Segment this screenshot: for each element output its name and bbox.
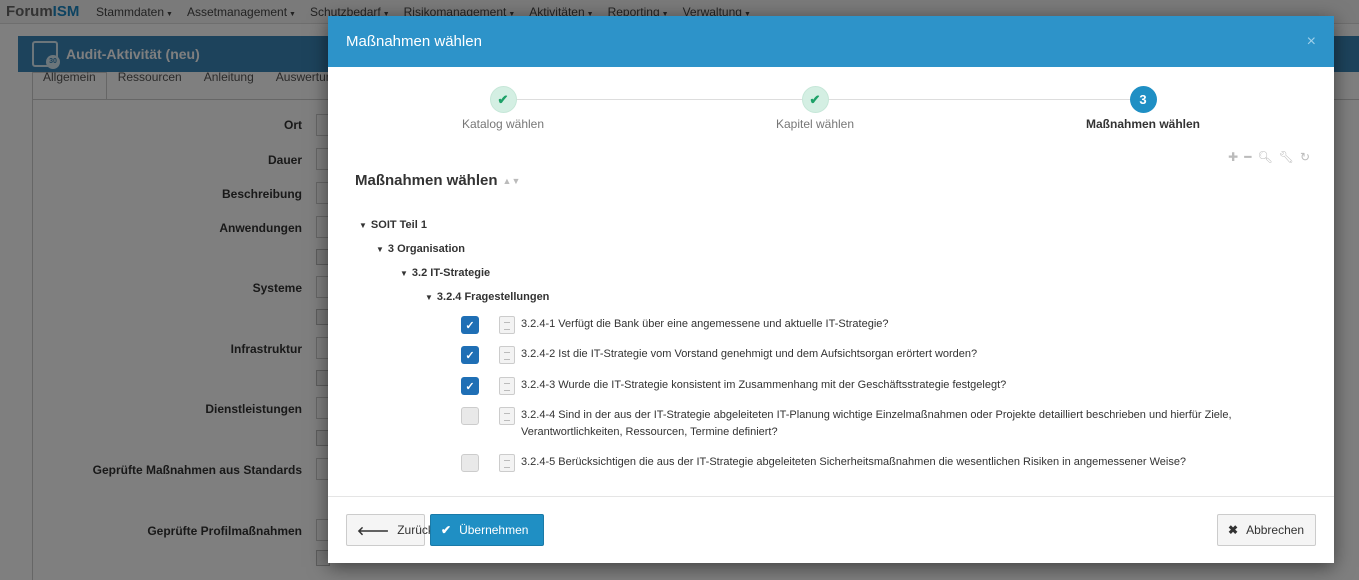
step-katalog[interactable]: ✔ Katalog wählen [403, 86, 603, 131]
caret-down-icon[interactable]: ▼ [400, 269, 408, 278]
modal-footer: 🡐 Zurück ✔ Übernehmen ✖ Abbrechen [328, 496, 1334, 563]
tree-leaf: ✓ 3.2.4-2 Ist die IT-Strategie vom Vorst… [461, 346, 1311, 364]
step-label: Maßnahmen wählen [1085, 117, 1201, 131]
leaf-text[interactable]: 3.2.4-1 Verfügt die Bank über eine angem… [521, 316, 889, 333]
tree-toolbar: ✚ ━ 🔍︎ 🔧︎ ↻ [1228, 150, 1310, 164]
sort-icon[interactable]: ▲▼ [503, 176, 521, 186]
document-icon [499, 346, 515, 364]
checkbox-checked[interactable]: ✓ [461, 316, 479, 334]
check-icon: ✔ [441, 523, 452, 537]
tree-node-label: 3 Organisation [387, 243, 465, 255]
plus-icon[interactable]: ✚ [1228, 150, 1238, 164]
caret-down-icon[interactable]: ▼ [359, 221, 367, 230]
checkbox-unchecked[interactable] [461, 454, 479, 472]
tree-node-it-strategie[interactable]: ▼ 3.2 IT-Strategie [400, 267, 490, 279]
check-icon: ✔ [489, 86, 517, 113]
tree-node-label: 3.2 IT-Strategie [411, 267, 491, 279]
check-icon: ✔ [801, 86, 829, 113]
modal-header: Maßnahmen wählen × [328, 16, 1334, 67]
apply-button[interactable]: ✔ Übernehmen [430, 514, 544, 546]
caret-down-icon[interactable]: ▼ [376, 245, 384, 254]
back-button-label: Zurück [397, 523, 434, 537]
tree-leaf: 3.2.4-5 Berücksichtigen die aus der IT-S… [461, 454, 1311, 472]
document-icon [499, 454, 515, 472]
tree-node-label: SOIT Teil 1 [370, 219, 427, 231]
leaf-text[interactable]: 3.2.4-4 Sind in der aus der IT-Strategie… [521, 407, 1311, 441]
modal-title: Maßnahmen wählen [346, 33, 482, 50]
wizard-steps: ✔ Katalog wählen ✔ Kapitel wählen 3 Maßn… [328, 86, 1334, 136]
checkbox-checked[interactable]: ✓ [461, 346, 479, 364]
document-icon [499, 316, 515, 334]
apply-button-label: Übernehmen [459, 523, 529, 537]
massnahmen-modal: Maßnahmen wählen × ✔ Katalog wählen ✔ Ka… [328, 16, 1334, 563]
search-icon[interactable]: 🔍︎ [1257, 150, 1272, 164]
step-kapitel[interactable]: ✔ Kapitel wählen [715, 86, 915, 131]
tree-node-organisation[interactable]: ▼ 3 Organisation [376, 243, 465, 255]
step-label: Katalog wählen [461, 117, 545, 131]
leaf-text[interactable]: 3.2.4-5 Berücksichtigen die aus der IT-S… [521, 454, 1186, 471]
close-icon: ✖ [1228, 523, 1239, 537]
leaf-text[interactable]: 3.2.4-3 Wurde die IT-Strategie konsisten… [521, 377, 1006, 394]
document-icon [499, 407, 515, 425]
close-icon[interactable]: × [1307, 33, 1316, 51]
cancel-button-label: Abbrechen [1246, 523, 1305, 537]
step-number: 3 [1129, 86, 1157, 113]
caret-down-icon[interactable]: ▼ [425, 293, 433, 302]
tree-node-soit[interactable]: ▼ SOIT Teil 1 [359, 219, 427, 231]
arrow-left-icon: 🡐 [357, 523, 390, 538]
tree-title-text: Maßnahmen wählen [355, 172, 498, 189]
tree-title: Maßnahmen wählen ▲▼ [355, 172, 520, 189]
tree-node-label: 3.2.4 Fragestellungen [436, 291, 550, 303]
tree-leaf: ✓ 3.2.4-3 Wurde die IT-Strategie konsist… [461, 377, 1311, 395]
minus-icon[interactable]: ━ [1244, 150, 1251, 164]
tree-node-fragestellungen[interactable]: ▼ 3.2.4 Fragestellungen [425, 291, 549, 303]
refresh-icon[interactable]: ↻ [1300, 150, 1310, 164]
tree-leaf: 3.2.4-4 Sind in der aus der IT-Strategie… [461, 407, 1311, 441]
document-icon [499, 377, 515, 395]
tree-leaf: ✓ 3.2.4-1 Verfügt die Bank über eine ang… [461, 316, 1311, 334]
checkbox-unchecked[interactable] [461, 407, 479, 425]
back-button[interactable]: 🡐 Zurück [346, 514, 434, 546]
wrench-icon[interactable]: 🔧︎ [1279, 150, 1294, 164]
cancel-button[interactable]: ✖ Abbrechen [1217, 514, 1316, 546]
step-massnahmen[interactable]: 3 Maßnahmen wählen [1043, 86, 1243, 131]
checkbox-checked[interactable]: ✓ [461, 377, 479, 395]
step-label: Kapitel wählen [775, 117, 855, 131]
leaf-text[interactable]: 3.2.4-2 Ist die IT-Strategie vom Vorstan… [521, 346, 977, 363]
